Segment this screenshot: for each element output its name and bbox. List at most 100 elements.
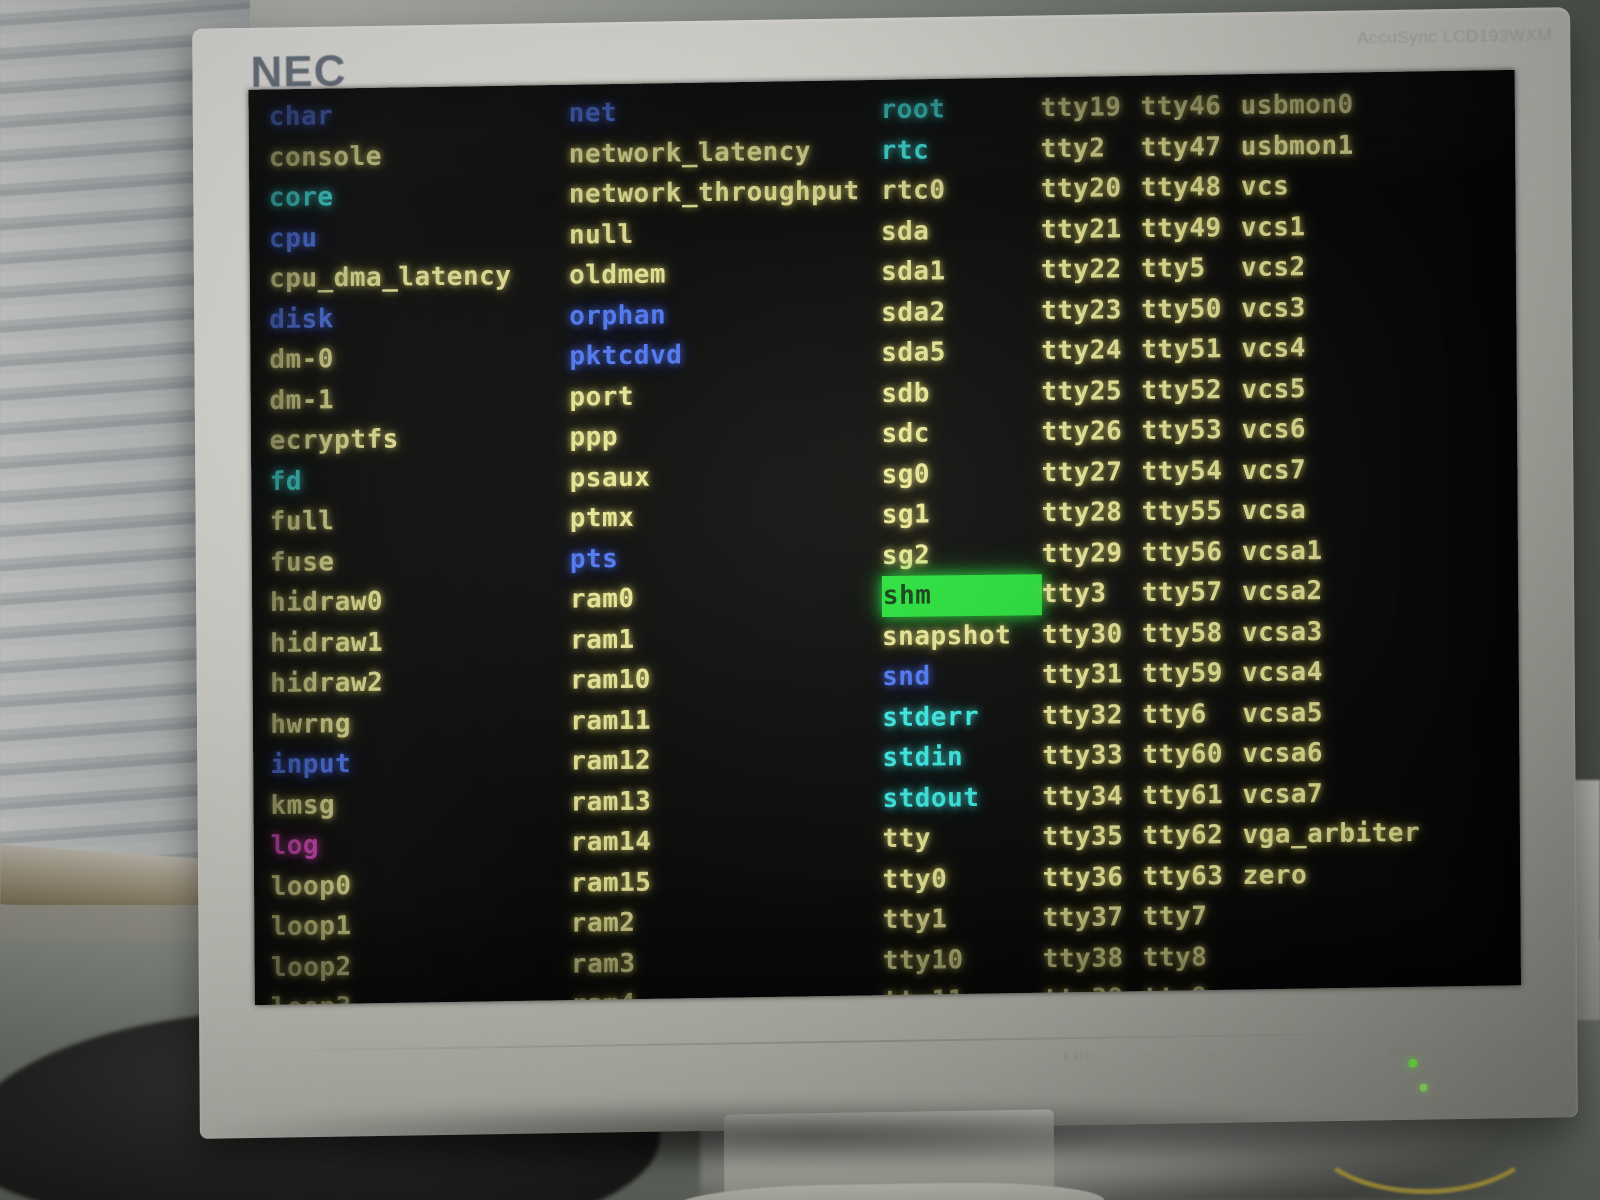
dev-entry[interactable]: oldmem bbox=[569, 252, 881, 296]
dev-entry[interactable]: log bbox=[271, 823, 571, 867]
dev-entry[interactable]: zero bbox=[1243, 853, 1443, 896]
dev-entry[interactable]: tty37 bbox=[1043, 897, 1143, 939]
dev-entry[interactable]: tty33 bbox=[1042, 735, 1142, 777]
dev-entry[interactable]: tty31 bbox=[1042, 654, 1142, 696]
dev-entry[interactable]: pktcdvd bbox=[569, 333, 881, 377]
dev-entry[interactable]: tty28 bbox=[1042, 492, 1142, 534]
dev-entry[interactable]: hidraw1 bbox=[270, 620, 570, 664]
dev-entry[interactable]: hidraw0 bbox=[270, 580, 570, 624]
dev-entry[interactable]: full bbox=[270, 499, 570, 543]
dev-entry[interactable]: sdb bbox=[881, 372, 1041, 414]
osd-button-plus[interactable]: + bbox=[1327, 1047, 1335, 1059]
dev-entry[interactable]: sda bbox=[881, 210, 1041, 252]
dev-entry[interactable]: tty20 bbox=[1041, 168, 1141, 210]
dev-entry[interactable]: tty51 bbox=[1141, 329, 1241, 371]
dev-entry[interactable]: snapshot bbox=[882, 615, 1042, 657]
dev-entry[interactable]: ram10 bbox=[570, 657, 882, 701]
osd-button-select[interactable]: SELECT bbox=[1389, 1045, 1438, 1058]
dev-entry[interactable]: tty47 bbox=[1141, 126, 1241, 168]
dev-entry[interactable]: tty7 bbox=[1143, 896, 1243, 938]
dev-entry[interactable]: pts bbox=[570, 536, 882, 580]
dev-entry[interactable]: sg2 bbox=[882, 534, 1042, 576]
dev-entry[interactable]: vcsa7 bbox=[1242, 772, 1442, 815]
dev-entry[interactable]: loop0 bbox=[271, 863, 571, 907]
dev-entry[interactable]: vcsa1 bbox=[1242, 529, 1442, 572]
dev-entry[interactable]: tty52 bbox=[1141, 369, 1241, 411]
dev-entry[interactable]: tty19 bbox=[1041, 87, 1141, 129]
dev-entry[interactable]: dm-0 bbox=[269, 337, 569, 381]
dev-entry[interactable]: loop1 bbox=[271, 904, 571, 948]
dev-entry[interactable]: tty58 bbox=[1142, 612, 1242, 654]
dev-entry[interactable]: tty53 bbox=[1141, 410, 1241, 452]
dev-entry[interactable]: hidraw2 bbox=[270, 661, 570, 705]
dev-entry[interactable]: ram12 bbox=[570, 738, 882, 782]
dev-entry[interactable]: hwrng bbox=[270, 701, 570, 745]
dev-entry[interactable]: ram13 bbox=[570, 779, 882, 823]
dev-entry[interactable]: tty32 bbox=[1042, 695, 1142, 737]
dev-entry[interactable]: vcsa6 bbox=[1242, 732, 1442, 775]
dev-entry[interactable]: ram15 bbox=[571, 860, 883, 904]
dev-entry[interactable]: stdin bbox=[882, 736, 1042, 778]
dev-entry[interactable]: dm-1 bbox=[269, 377, 569, 421]
dev-entry[interactable]: tty48 bbox=[1141, 167, 1241, 209]
dev-entry[interactable]: cpu bbox=[269, 215, 569, 259]
osd-button-reset[interactable]: RESET bbox=[1492, 1044, 1534, 1057]
dev-entry[interactable]: vcs2 bbox=[1241, 246, 1441, 289]
dev-entry[interactable]: vcsa5 bbox=[1242, 691, 1442, 734]
dev-entry[interactable]: tty46 bbox=[1141, 86, 1241, 128]
dev-entry[interactable]: tty50 bbox=[1141, 288, 1241, 330]
dev-entry[interactable]: tty55 bbox=[1142, 491, 1242, 533]
dev-entry[interactable]: tty29 bbox=[1042, 533, 1142, 575]
dev-entry[interactable]: tty56 bbox=[1142, 531, 1242, 573]
dev-entry[interactable]: vcs1 bbox=[1241, 205, 1441, 248]
osd-button-exit[interactable]: EXIT bbox=[1063, 1051, 1092, 1063]
dev-entry[interactable]: tty54 bbox=[1142, 450, 1242, 492]
dev-entry[interactable]: ecryptfs bbox=[269, 418, 569, 462]
dev-entry[interactable]: fd bbox=[270, 458, 570, 502]
dev-entry[interactable]: tty22 bbox=[1041, 249, 1141, 291]
dev-entry[interactable]: vcs5 bbox=[1241, 367, 1441, 410]
dev-entry[interactable]: usbmon1 bbox=[1241, 124, 1441, 167]
dev-entry[interactable]: net bbox=[569, 90, 881, 134]
dev-entry[interactable]: tty25 bbox=[1041, 371, 1141, 413]
dev-entry[interactable]: tty8 bbox=[1143, 936, 1243, 978]
dev-entry[interactable]: root bbox=[881, 88, 1041, 130]
dev-entry[interactable]: tty21 bbox=[1041, 209, 1141, 251]
osd-button-left[interactable]: < bbox=[1146, 1050, 1154, 1062]
dev-entry[interactable]: ram14 bbox=[571, 819, 883, 863]
dev-entry[interactable]: usbmon0 bbox=[1241, 84, 1441, 127]
dev-entry[interactable]: tty26 bbox=[1041, 411, 1141, 453]
dev-entry[interactable]: ppp bbox=[569, 414, 881, 458]
dev-entry[interactable]: psaux bbox=[570, 455, 882, 499]
dev-entry[interactable]: tty3 bbox=[1042, 573, 1142, 615]
dev-entry[interactable]: snd bbox=[882, 655, 1042, 697]
dev-entry[interactable]: port bbox=[569, 374, 881, 418]
dev-entry[interactable]: tty34 bbox=[1042, 776, 1142, 818]
dev-entry-shm[interactable]: shm bbox=[881, 574, 1042, 617]
dev-entry[interactable]: orphan bbox=[569, 293, 881, 337]
dev-entry[interactable]: ram11 bbox=[570, 698, 882, 742]
dev-entry[interactable]: tty35 bbox=[1042, 816, 1142, 858]
dev-entry[interactable]: ram3 bbox=[571, 941, 883, 985]
dev-entry[interactable]: kmsg bbox=[270, 782, 570, 826]
dev-entry[interactable]: console bbox=[269, 134, 569, 178]
dev-entry[interactable]: rtc0 bbox=[881, 169, 1041, 211]
dev-entry[interactable]: tty1 bbox=[883, 898, 1043, 940]
dev-entry[interactable]: stderr bbox=[882, 696, 1042, 738]
dev-entry[interactable]: rtc bbox=[881, 129, 1041, 171]
dev-entry[interactable]: vcs3 bbox=[1241, 286, 1441, 329]
dev-entry[interactable]: tty0 bbox=[883, 858, 1043, 900]
dev-entry[interactable]: cpu_dma_latency bbox=[269, 256, 569, 300]
dev-entry[interactable]: tty62 bbox=[1142, 815, 1242, 857]
dev-entry[interactable]: ram1 bbox=[570, 617, 882, 661]
dev-entry[interactable]: stdout bbox=[882, 777, 1042, 819]
dev-entry[interactable]: sg1 bbox=[882, 493, 1042, 535]
dev-entry[interactable]: ptmx bbox=[570, 495, 882, 539]
dev-entry[interactable]: tty63 bbox=[1143, 855, 1243, 897]
dev-entry[interactable]: tty24 bbox=[1041, 330, 1141, 372]
dev-entry[interactable]: vcsa2 bbox=[1242, 570, 1442, 613]
dev-entry[interactable]: tty57 bbox=[1142, 572, 1242, 614]
dev-entry[interactable]: network_latency bbox=[569, 131, 881, 175]
dev-entry[interactable]: char bbox=[269, 94, 569, 138]
dev-entry[interactable]: sda2 bbox=[881, 291, 1041, 333]
